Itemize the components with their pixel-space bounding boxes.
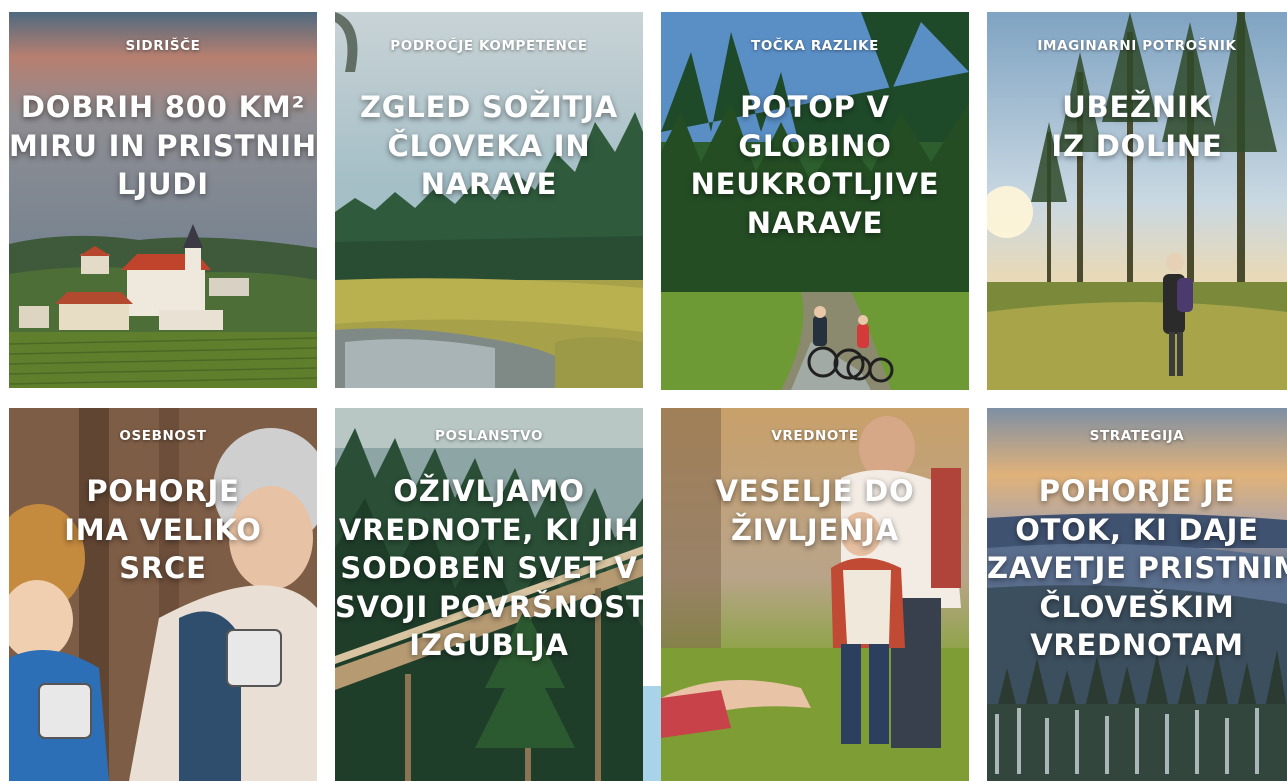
card-image-family-mugs [9, 408, 317, 781]
card-headline: POHORJE JE OTOK, KI DAJE ZAVETJE PRISTNI… [987, 474, 1287, 662]
card-vrednote[interactable]: VREDNOTE VESELJE DO ŽIVLJENJA [661, 408, 969, 781]
card-poslanstvo[interactable]: POSLANSTVO OŽIVLJAMO VREDNOTE, KI JIH SO… [335, 408, 643, 781]
card-category-label: SIDRIŠČE [125, 38, 201, 54]
card-category-label: VREDNOTE [771, 428, 859, 444]
card-headline: VESELJE DO ŽIVLJENJA [715, 474, 915, 547]
card-imaginarni-potrosnik[interactable]: IMAGINARNI POTROŠNIK UBEŽNIK IZ DOLINE [987, 12, 1287, 390]
card-tocka-razlike[interactable]: TOČKA RAZLIKE POTOP V GLOBINO NEUKROTLJI… [661, 12, 969, 390]
card-category-label: POSLANSTVO [434, 428, 544, 444]
card-category-label: STRATEGIJA [1089, 428, 1185, 444]
card-category-label: IMAGINARNI POTROŠNIK [1037, 38, 1237, 54]
card-headline: POTOP V GLOBINO NEUKROTLJIVE NARAVE [690, 90, 940, 240]
card-headline: POHORJE IMA VELIKO SRCE [64, 474, 262, 585]
card-sidrisce[interactable]: SIDRIŠČE DOBRIH 800 KM² MIRU IN PRISTNIH… [9, 12, 317, 388]
card-podrocje-kompetence[interactable]: PODROČJE KOMPETENCE ZGLED SOŽITJA ČLOVEK… [335, 12, 643, 388]
card-headline: UBEŽNIK IZ DOLINE [1051, 90, 1223, 163]
card-strategija[interactable]: STRATEGIJA POHORJE JE OTOK, KI DAJE ZAVE… [987, 408, 1287, 781]
value-cards-grid: SIDRIŠČE DOBRIH 800 KM² MIRU IN PRISTNIH… [0, 0, 1287, 781]
accent-strip [643, 686, 661, 781]
card-category-label: OSEBNOST [119, 428, 207, 444]
card-headline: ZGLED SOŽITJA ČLOVEKA IN NARAVE [359, 90, 619, 201]
card-image-father-child [661, 408, 969, 781]
card-headline: DOBRIH 800 KM² MIRU IN PRISTNIH LJUDI [9, 90, 317, 201]
card-image-hiker-forest [987, 12, 1287, 390]
card-category-label: TOČKA RAZLIKE [751, 38, 879, 54]
card-category-label: PODROČJE KOMPETENCE [390, 38, 588, 54]
card-osebnost[interactable]: OSEBNOST POHORJE IMA VELIKO SRCE [9, 408, 317, 781]
card-headline: OŽIVLJAMO VREDNOTE, KI JIH SODOBEN SVET … [335, 474, 643, 662]
